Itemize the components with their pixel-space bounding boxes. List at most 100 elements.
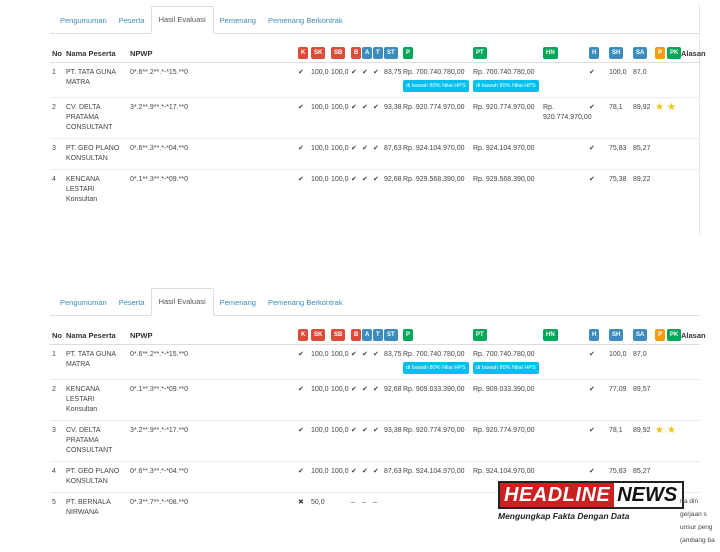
- cell-nama: PT. BERNALA NIRWANA: [64, 492, 128, 523]
- cell-npwp: 0*.6**.2**.*-*15.**0: [128, 63, 296, 98]
- cell-npwp: 0*.1**.3**.*-*09.**0: [128, 169, 296, 210]
- label-a: A: [362, 329, 373, 341]
- cell-npwp: 0*.3**.7**.*-*08.**0: [128, 492, 296, 523]
- label-pt: PT: [473, 329, 487, 341]
- label-k: K: [298, 47, 309, 59]
- cell-nama: KENCANA LESTARI Konsultan: [64, 379, 128, 421]
- cell-sk: 50,0: [309, 492, 329, 523]
- cell-hn: [541, 138, 587, 170]
- cell-nama-text: PT. TATA GUNA MATRA: [66, 351, 116, 368]
- cell-a-text: ✔: [362, 468, 368, 475]
- cell-st: 93,38: [382, 97, 402, 139]
- cell-npwp-text: 3*.2**.9**.*-*17.**0: [130, 104, 188, 111]
- cell-k-text: ✖: [298, 499, 304, 506]
- tab-hasil-evaluasi[interactable]: Hasil Evaluasi: [150, 288, 214, 316]
- cell-sk-text: 100,0: [311, 69, 329, 76]
- table-header-row: No Nama Peserta NPWP K SK SB B A T ST P …: [50, 44, 706, 63]
- cell-alasan: [679, 420, 700, 462]
- col-no: No: [50, 326, 64, 345]
- tab-pemenang[interactable]: Pemenang: [214, 16, 262, 33]
- cell-sb-text: 100,0: [331, 386, 349, 393]
- cell-k: ✔: [296, 97, 309, 139]
- cell-no-text: 3: [52, 427, 56, 434]
- cell-alasan: [679, 379, 700, 421]
- cell-no-text: 1: [52, 351, 56, 358]
- cell-sa-text: 89,92: [633, 104, 651, 111]
- col-nama: Nama Peserta: [64, 326, 128, 345]
- tab-pemenang-berkontrak[interactable]: Pemenang Berkontrak: [262, 298, 349, 315]
- cell-sa: 89,57: [631, 379, 653, 421]
- cell-p-text: Rp. 929.568.390,00: [403, 176, 465, 183]
- tab-pemenang[interactable]: Pemenang: [214, 298, 262, 315]
- tab-peserta[interactable]: Peserta: [113, 16, 151, 33]
- cell-pt: Rp. 700.740.780,00 di bawah 80% Nilai HPS: [471, 345, 541, 380]
- cell-pt-text: Rp. 929.568.390,00: [473, 176, 535, 183]
- cell-t-text: ✔: [373, 145, 379, 152]
- cell-a-text: ✔: [362, 427, 368, 434]
- col-no: No: [50, 44, 64, 63]
- cell-st: 83,75: [382, 345, 402, 380]
- cell-k: ✔: [296, 138, 309, 170]
- cell-h-text: ✔: [589, 104, 595, 111]
- cell-pt-text: Rp. 924.104.970,00: [473, 468, 535, 475]
- cell-nama: KENCANA LESTARI Konsultan: [64, 169, 128, 210]
- cell-sk: 100,0: [309, 169, 329, 210]
- logo-tagline: Mengungkap Fakta Dengan Data: [498, 511, 630, 521]
- cell-st-text: 87,63: [384, 468, 402, 475]
- tab-pengumuman[interactable]: Pengumuman: [54, 298, 113, 315]
- cell-k: ✖: [296, 492, 309, 523]
- cell-t: ✔: [371, 138, 382, 170]
- cell-st: 93,38: [382, 420, 402, 462]
- cell-b-text: ✔: [351, 69, 357, 76]
- cell-npwp-text: 0*.6**.2**.*-*15.**0: [130, 351, 188, 358]
- headline-news-logo: HEADLINE NEWS Mengungkap Fakta Dengan Da…: [498, 481, 684, 525]
- tab-pengumuman[interactable]: Pengumuman: [54, 16, 113, 33]
- cell-h-text: ✔: [589, 145, 595, 152]
- cell-nama-text: PT. TATA GUNA MATRA: [66, 69, 116, 86]
- cell-p: [401, 492, 471, 523]
- cell-sb: 100,0: [329, 169, 349, 210]
- cell-h: ✔: [587, 63, 607, 98]
- cell-st-text: 87,63: [384, 145, 402, 152]
- cell-st-text: 93,38: [384, 427, 402, 434]
- tab-bar: Pengumuman Peserta Hasil Evaluasi Pemena…: [50, 4, 699, 34]
- tab-pemenang-berkontrak[interactable]: Pemenang Berkontrak: [262, 16, 349, 33]
- cell-k-text: ✔: [298, 427, 304, 434]
- cell-b-text: ✔: [351, 427, 357, 434]
- logo-word-news: NEWS: [617, 484, 678, 506]
- cell-sh: 75,83: [607, 138, 631, 170]
- cell-alasan: [679, 63, 700, 98]
- cell-st: 87,63: [382, 138, 402, 170]
- cell-sh: 100,0: [607, 63, 631, 98]
- cell-h-text: ✔: [589, 386, 595, 393]
- cell-no: 1: [50, 345, 64, 380]
- cell-pt-text: Rp. 909.033.390,00: [473, 386, 535, 393]
- cell-sb-text: 100,0: [331, 145, 349, 152]
- cell-h: ✔: [587, 169, 607, 210]
- cell-k-text: ✔: [298, 69, 304, 76]
- col-alasan: Alasan: [679, 326, 706, 345]
- col-npwp: NPWP: [128, 44, 296, 63]
- cell-k: ✔: [296, 461, 309, 493]
- cell-a: –: [360, 492, 371, 523]
- cell-sb: 100,0: [329, 97, 349, 139]
- cell-nama-text: PT. GEO PLANO KONSULTAN: [66, 145, 120, 162]
- cell-sb: 100,0: [329, 63, 349, 98]
- cell-h: ✔: [587, 379, 607, 421]
- cell-nama: CV. DELTA PRATAMA CONSULTANT: [64, 97, 128, 139]
- tab-peserta[interactable]: Peserta: [113, 298, 151, 315]
- label-st: ST: [384, 47, 398, 59]
- cell-h: ✔: [587, 138, 607, 170]
- cell-no-text: 4: [52, 176, 56, 183]
- cell-st: 92,68: [382, 379, 402, 421]
- cell-b: ✔: [349, 379, 360, 421]
- cell-st-text: 83,75: [384, 69, 402, 76]
- below-hps-note: di bawah 80% Nilai HPS: [473, 362, 539, 374]
- cell-k: ✔: [296, 169, 309, 210]
- cell-h-text: ✔: [589, 427, 595, 434]
- logo-word-headline: HEADLINE: [500, 483, 615, 507]
- cell-nama: PT. TATA GUNA MATRA: [64, 345, 128, 380]
- cell-p: Rp. 929.568.390,00: [401, 169, 471, 210]
- tab-hasil-evaluasi[interactable]: Hasil Evaluasi: [150, 6, 214, 34]
- cell-t-text: ✔: [373, 427, 379, 434]
